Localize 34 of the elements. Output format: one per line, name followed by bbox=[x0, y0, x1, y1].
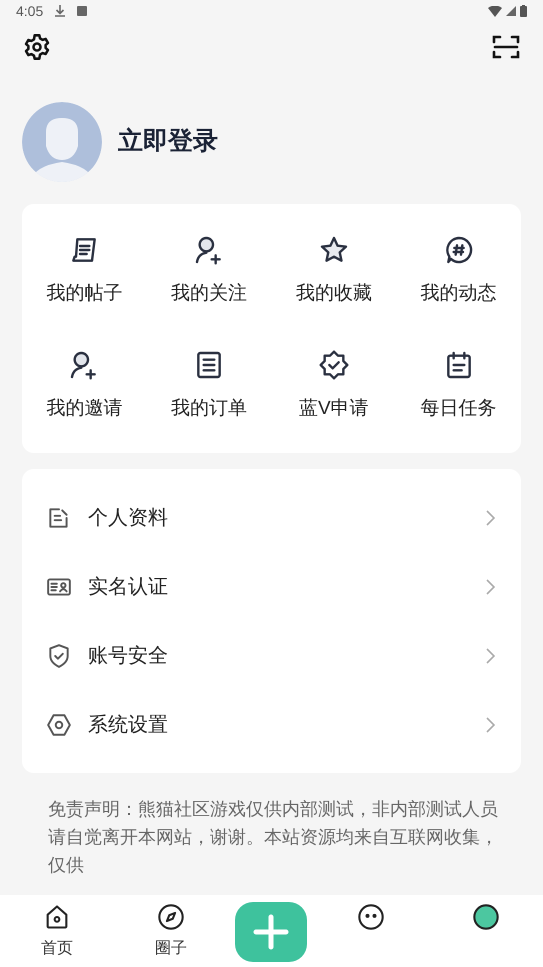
menu-item[interactable]: 账号安全 bbox=[22, 621, 521, 690]
shortcut-label[interactable]: 我的关注 bbox=[171, 280, 248, 308]
scan-icon[interactable] bbox=[492, 34, 520, 60]
battery-icon bbox=[520, 5, 527, 17]
shortcut-label[interactable]: 我的收藏 bbox=[296, 280, 372, 308]
shortcut-label[interactable]: 蓝V申请 bbox=[299, 394, 369, 423]
menu-item[interactable]: 系统设置 bbox=[22, 690, 521, 759]
nav-tab-label[interactable]: 首页 bbox=[41, 937, 73, 961]
smiley-face-icon[interactable] bbox=[357, 903, 385, 931]
nav-tab-label[interactable]: 圈子 bbox=[155, 937, 187, 961]
hexagon-icon bbox=[46, 712, 72, 738]
compass-icon[interactable] bbox=[157, 903, 185, 931]
chevron-right-icon bbox=[485, 716, 495, 734]
settings-icon[interactable] bbox=[23, 33, 51, 61]
shortcut-label[interactable]: 我的邀请 bbox=[46, 394, 122, 423]
signal-icon bbox=[506, 6, 516, 16]
verified-badge-icon bbox=[318, 348, 350, 380]
menu-item[interactable]: 实名认证 bbox=[22, 552, 521, 621]
shortcut-label[interactable]: 我的订单 bbox=[171, 394, 248, 423]
login-link[interactable]: 立即登录 bbox=[118, 123, 218, 161]
wifi-icon bbox=[488, 6, 502, 16]
disclaimer-text: 免责声明：熊猫社区游戏仅供内部测试，非内部测试人员请自觉离开本网站，谢谢。本站资源均来自互联网收集，仅供 bbox=[48, 798, 499, 877]
chevron-right-icon bbox=[485, 508, 495, 526]
menu-item[interactable]: 个人资料 bbox=[22, 483, 521, 552]
shortcut-label[interactable]: 我的动态 bbox=[420, 280, 497, 308]
status-time: 4:05 bbox=[16, 2, 44, 20]
chevron-right-icon bbox=[485, 646, 495, 664]
chevron-right-icon bbox=[485, 578, 495, 596]
shortcut-label[interactable]: 每日任务 bbox=[420, 394, 497, 423]
user-avatar-icon[interactable] bbox=[472, 903, 500, 931]
shortcut-label[interactable]: 我的帖子 bbox=[46, 280, 122, 308]
notification-icon bbox=[77, 6, 88, 16]
download-icon bbox=[55, 5, 66, 17]
plus-icon bbox=[253, 914, 289, 950]
